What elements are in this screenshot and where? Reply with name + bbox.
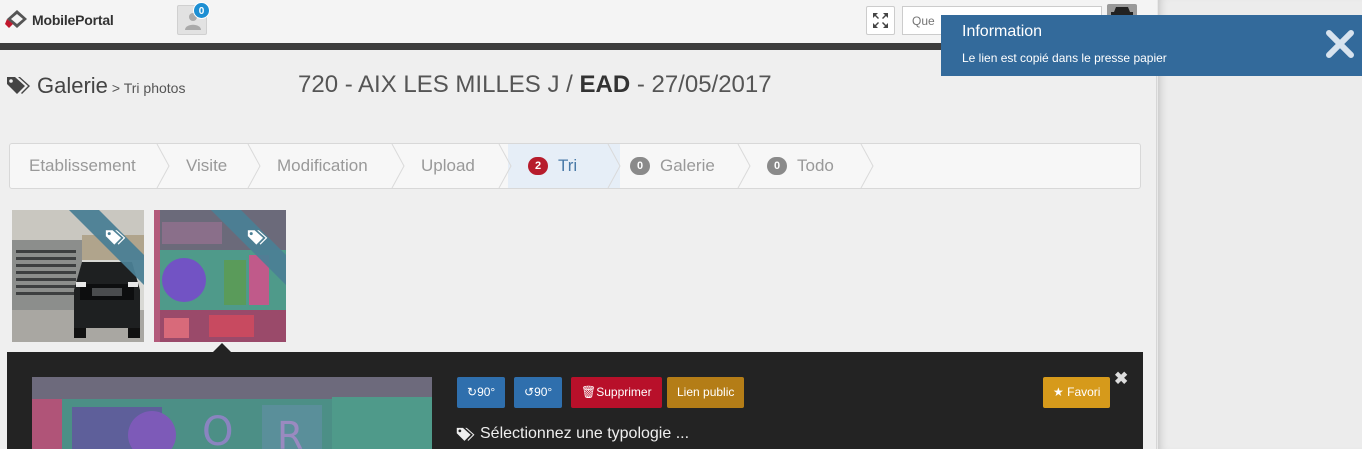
- rotate-right-button[interactable]: ↻90°: [457, 377, 506, 408]
- notification-title: Information: [962, 23, 1043, 40]
- step-upload[interactable]: Upload: [421, 144, 475, 188]
- tag-ribbon: [69, 210, 144, 285]
- expand-icon: [873, 13, 888, 28]
- step-separator: [156, 144, 170, 188]
- photo-preview: O R: [32, 377, 432, 449]
- favorite-label: Favori: [1067, 385, 1101, 399]
- step-label: Modification: [277, 156, 368, 175]
- storefront-preview-image: O R: [32, 377, 432, 449]
- page-title-text: Galerie: [37, 73, 108, 98]
- step-separator: [607, 144, 621, 188]
- rotate-right-icon: ↻: [467, 385, 478, 399]
- step-badge: 0: [767, 157, 787, 175]
- delete-button[interactable]: 🗑Supprimer: [571, 377, 662, 408]
- step-galerie[interactable]: 0 Galerie: [630, 144, 715, 188]
- step-label: Visite: [186, 156, 228, 175]
- logo[interactable]: MobilePortal: [5, 7, 114, 32]
- step-separator: [247, 144, 261, 188]
- close-notification-icon[interactable]: [1325, 29, 1355, 59]
- context-date: - 27/05/2017: [630, 71, 772, 98]
- page-title: Galerie > Tri photos: [6, 73, 185, 99]
- rotate-left-label: 90°: [534, 385, 553, 399]
- typology-selector[interactable]: Sélectionnez une typologie ...: [456, 425, 689, 443]
- step-label: Galerie: [660, 156, 715, 175]
- step-modification[interactable]: Modification: [277, 144, 368, 188]
- tag-icon[interactable]: [247, 228, 269, 246]
- photo-detail-panel: O R ↻90° ↺90° 🗑Supprimer Lien public ★ F…: [7, 352, 1143, 449]
- logo-text: MobilePortal: [32, 11, 114, 28]
- photo-thumbnail-car[interactable]: [12, 210, 144, 342]
- rotate-left-button[interactable]: ↺90°: [514, 377, 563, 408]
- wizard-steps: Etablissement Visite Modification Upload…: [9, 143, 1141, 189]
- step-etablissement[interactable]: Etablissement: [29, 144, 136, 188]
- step-todo[interactable]: 0 Todo: [767, 144, 834, 188]
- step-separator: [737, 144, 751, 188]
- step-badge: 0: [630, 157, 650, 175]
- tag-ribbon: [211, 210, 286, 285]
- star-icon: ★: [1053, 385, 1064, 399]
- svg-text:R: R: [277, 414, 303, 449]
- step-separator: [391, 144, 405, 188]
- photo-thumbnail-storefront[interactable]: [154, 210, 286, 342]
- favorite-button[interactable]: ★ Favori: [1043, 377, 1111, 408]
- page-subtitle: > Tri photos: [111, 80, 186, 96]
- tags-icon: [456, 427, 475, 441]
- trash-icon: 🗑: [581, 385, 597, 399]
- step-label: Tri: [558, 156, 578, 175]
- step-separator: [860, 144, 874, 188]
- step-badge: 2: [528, 157, 548, 175]
- tags-icon: [7, 77, 30, 94]
- step-tri[interactable]: 2 Tri: [528, 144, 577, 188]
- public-link-label: Lien public: [677, 385, 735, 399]
- rotate-left-icon: ↺: [524, 385, 535, 399]
- notification-count-badge: 0: [193, 2, 210, 19]
- svg-text:O: O: [202, 409, 233, 449]
- step-visite[interactable]: Visite: [186, 144, 227, 188]
- delete-label: Supprimer: [596, 385, 652, 399]
- visit-context: 720 - AIX LES MILLES J / EAD - 27/05/201…: [298, 71, 772, 99]
- step-separator: [498, 144, 512, 188]
- context-type: EAD: [579, 71, 631, 98]
- rotate-right-label: 90°: [477, 385, 496, 399]
- context-establishment: 720 - AIX LES MILLES J /: [298, 71, 580, 98]
- step-label: Upload: [421, 156, 475, 175]
- fullscreen-button[interactable]: [866, 6, 895, 35]
- notification-toast: Information Le lien est copié dans le pr…: [941, 15, 1362, 76]
- close-panel-icon[interactable]: ✖: [1114, 369, 1128, 389]
- step-label: Etablissement: [29, 156, 136, 175]
- notification-message: Le lien est copié dans le presse papier: [962, 51, 1167, 65]
- step-label: Todo: [797, 156, 834, 175]
- tag-icon[interactable]: [105, 228, 127, 246]
- logo-icon: [5, 10, 27, 28]
- public-link-button[interactable]: Lien public: [667, 377, 745, 408]
- selection-caret: [213, 343, 231, 352]
- typology-prompt: Sélectionnez une typologie ...: [480, 425, 690, 442]
